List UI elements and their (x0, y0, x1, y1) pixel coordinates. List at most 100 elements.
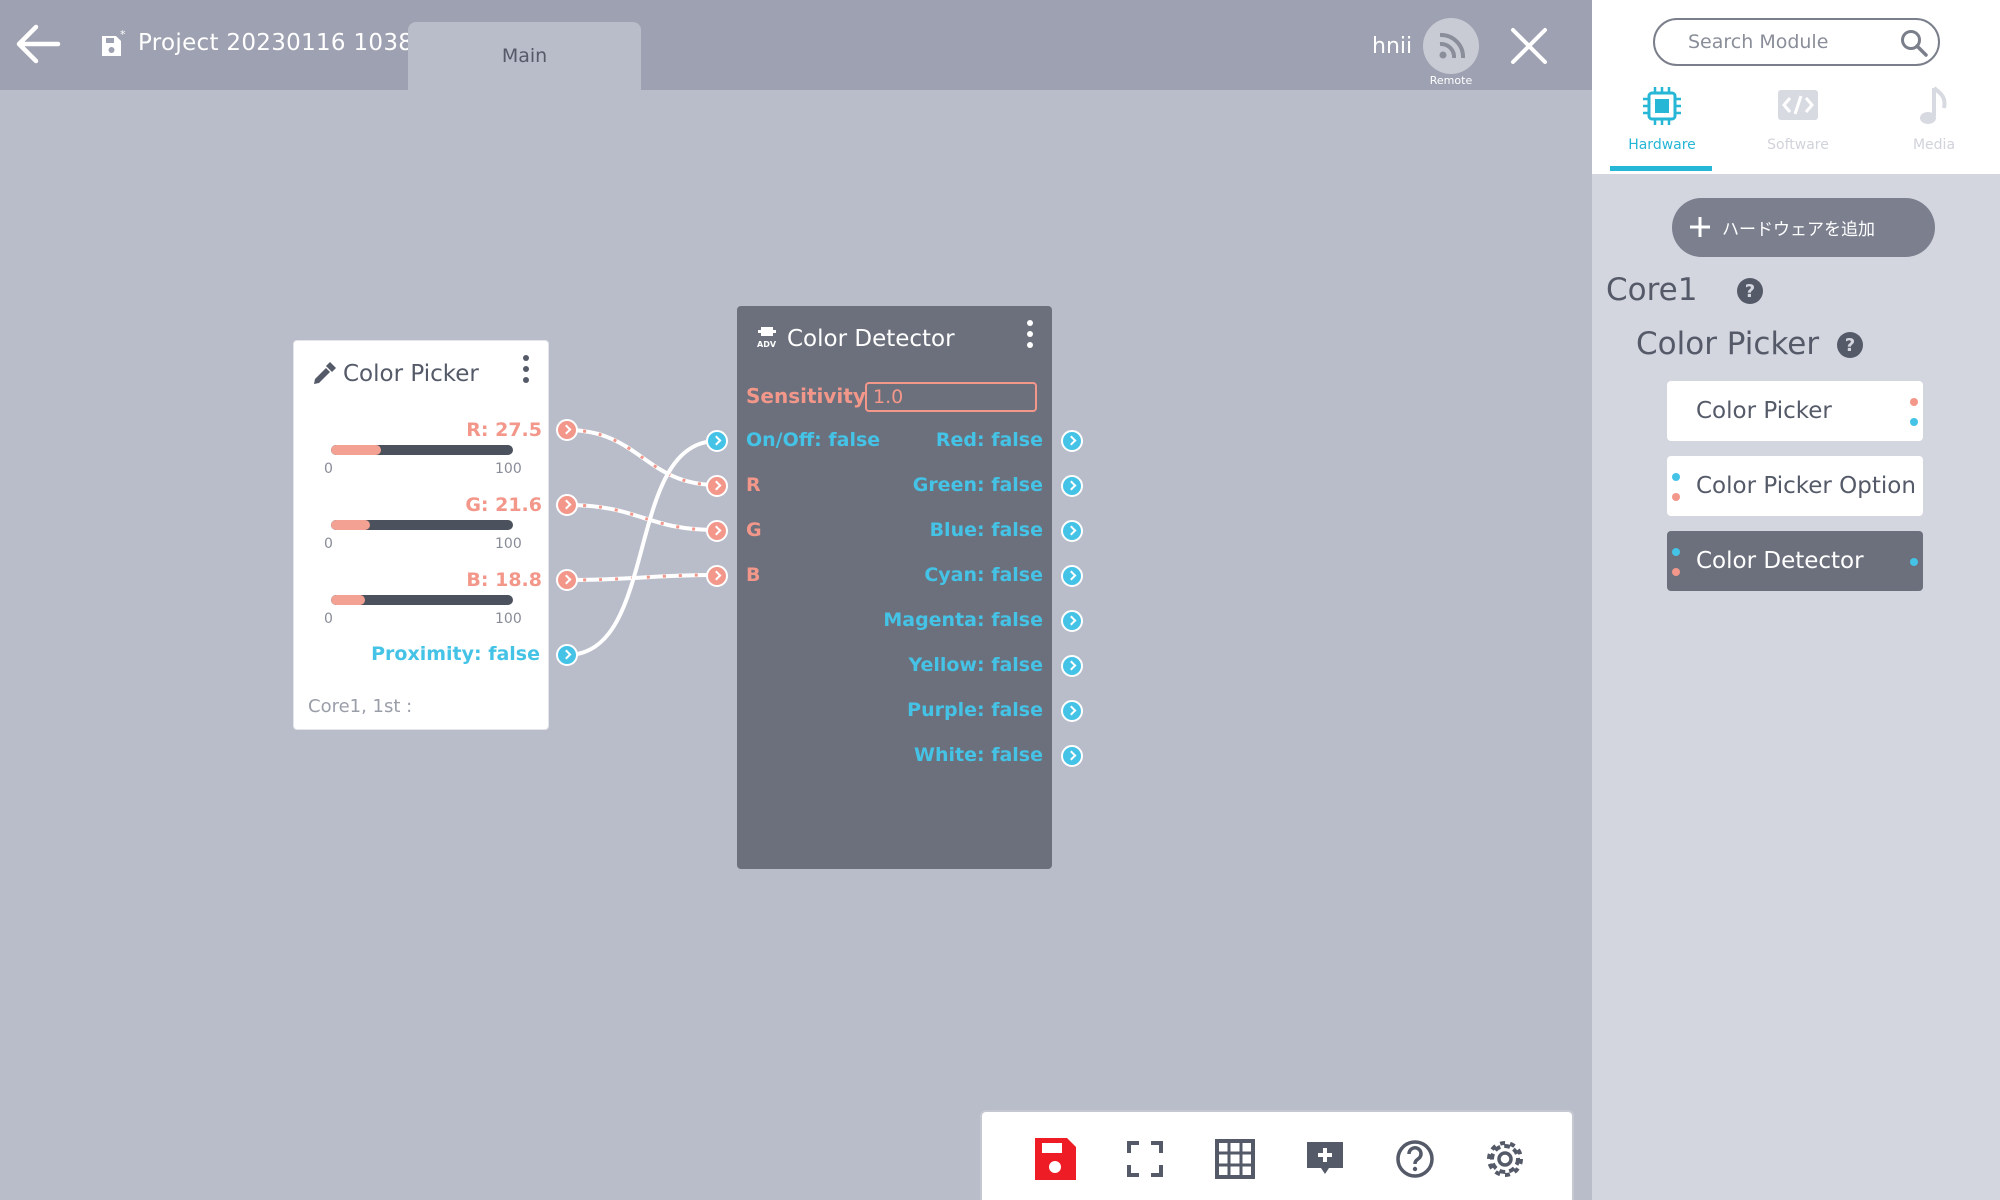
port-out-g[interactable] (556, 494, 578, 516)
module-label: Color Picker (1696, 398, 1832, 424)
group-label: Color Picker (1636, 326, 1820, 362)
wire-b (566, 573, 718, 582)
add-hardware-button[interactable]: ハードウェアを追加 (1672, 198, 1935, 257)
slider-g-fill (331, 520, 371, 530)
port-out-purple[interactable] (1061, 700, 1083, 722)
port-out-red[interactable] (1061, 430, 1083, 452)
slider-b[interactable] (331, 595, 513, 605)
slider-r-min: 0 (324, 461, 333, 477)
slider-g-value: G: 21.6 (465, 494, 542, 516)
active-tab-indicator (1610, 166, 1712, 171)
project-title: Project 20230116 1038 (138, 30, 414, 56)
chip-icon (1643, 87, 1681, 125)
bottom-toolbar (980, 1110, 1574, 1200)
color-detector-title: Color Detector (787, 326, 955, 352)
module-color-picker[interactable]: Color Picker (1667, 381, 1923, 441)
eyedropper-icon (311, 361, 337, 387)
input-dot (1672, 568, 1680, 576)
tab-hardware-label: Hardware (1628, 137, 1696, 153)
color-picker-node[interactable]: Color Picker R: 27.5 0 100 G: 21.6 0 100… (293, 340, 549, 730)
port-out-magenta[interactable] (1061, 610, 1083, 632)
slider-b-value: B: 18.8 (466, 569, 542, 591)
search-input[interactable] (1688, 31, 1888, 53)
slider-b-fill (331, 595, 366, 605)
slider-r-value: R: 27.5 (466, 419, 542, 441)
tab-main[interactable]: Main (408, 22, 641, 90)
output-magenta-label: Magenta: false (883, 609, 1043, 631)
more-options-icon[interactable] (520, 353, 532, 385)
module-color-detector[interactable]: Color Detector (1667, 531, 1923, 591)
port-out-white[interactable] (1061, 745, 1083, 767)
port-out-proximity[interactable] (556, 644, 578, 666)
fullscreen-icon[interactable] (1120, 1134, 1170, 1184)
port-in-r[interactable] (706, 475, 728, 497)
module-color-picker-option[interactable]: Color Picker Option (1667, 456, 1923, 516)
proximity-output-label: Proximity: false (371, 643, 540, 665)
port-out-yellow[interactable] (1061, 655, 1083, 677)
output-purple-label: Purple: false (907, 699, 1043, 721)
slider-r[interactable] (331, 445, 513, 455)
svg-text:*: * (120, 30, 126, 41)
help-icon[interactable] (1390, 1134, 1440, 1184)
sensitivity-input[interactable] (865, 382, 1037, 412)
module-label: Color Picker Option (1696, 473, 1916, 499)
input-r-label: R (746, 474, 761, 496)
search-icon[interactable] (1899, 28, 1929, 58)
back-arrow-icon[interactable] (12, 18, 64, 70)
project-save-icon: * (101, 28, 127, 58)
close-icon[interactable] (1505, 22, 1553, 70)
remote-label: Remote (1429, 74, 1473, 87)
output-blue-label: Blue: false (929, 519, 1043, 541)
plus-icon (1690, 217, 1710, 237)
slider-r-fill (331, 445, 382, 455)
output-cyan-label: Cyan: false (924, 564, 1043, 586)
port-out-b[interactable] (556, 569, 578, 591)
rss-icon (1439, 32, 1466, 59)
color-picker-title: Color Picker (343, 361, 479, 387)
input-dot (1672, 548, 1680, 556)
svg-text:ADV: ADV (757, 340, 777, 349)
group-help-icon[interactable]: ? (1837, 332, 1863, 358)
user-name: hnii (1372, 34, 1413, 59)
output-yellow-label: Yellow: false (908, 654, 1043, 676)
port-in-onoff[interactable] (706, 430, 728, 452)
settings-icon[interactable] (1480, 1134, 1530, 1184)
search-box[interactable] (1653, 18, 1940, 66)
port-in-b[interactable] (706, 565, 728, 587)
wire-r (566, 428, 718, 487)
top-bar: * Project 20230116 1038 Main hnii Remote (0, 0, 1592, 90)
music-note-icon (1920, 86, 1947, 124)
port-out-blue[interactable] (1061, 520, 1083, 542)
input-dot (1672, 473, 1680, 481)
slider-g[interactable] (331, 520, 513, 530)
tab-software-label: Software (1767, 137, 1829, 153)
adv-module-icon: ADV (755, 324, 779, 350)
tab-hardware[interactable]: Hardware (1610, 80, 1714, 170)
module-sidebar: Hardware Software Media ハードウェアを追加 Core1 … (1592, 0, 2000, 1200)
slider-g-min: 0 (324, 536, 333, 552)
port-out-cyan[interactable] (1061, 565, 1083, 587)
slider-b-min: 0 (324, 611, 333, 627)
port-in-g[interactable] (706, 520, 728, 542)
grid-icon[interactable] (1210, 1134, 1260, 1184)
output-dot (1910, 418, 1918, 426)
more-options-icon[interactable] (1024, 318, 1036, 350)
add-comment-icon[interactable] (1300, 1134, 1350, 1184)
remote-button[interactable] (1423, 18, 1479, 74)
output-green-label: Green: false (912, 474, 1043, 496)
save-icon[interactable] (1030, 1134, 1080, 1184)
input-g-label: G (746, 519, 762, 541)
output-dot (1910, 398, 1918, 406)
core-help-icon[interactable]: ? (1737, 278, 1763, 304)
wire-g (566, 503, 718, 532)
output-dot (1910, 558, 1918, 566)
port-out-r[interactable] (556, 419, 578, 441)
sensitivity-label: Sensitivity (746, 384, 866, 408)
tab-media[interactable]: Media (1882, 80, 1986, 170)
module-label: Color Detector (1696, 548, 1864, 574)
color-detector-node[interactable]: ADV Color Detector Sensitivity On/Off: f… (737, 306, 1052, 869)
port-out-green[interactable] (1061, 475, 1083, 497)
slider-g-max: 100 (495, 536, 522, 552)
node-footer: Core1, 1st : (308, 696, 413, 717)
tab-software[interactable]: Software (1746, 80, 1850, 170)
